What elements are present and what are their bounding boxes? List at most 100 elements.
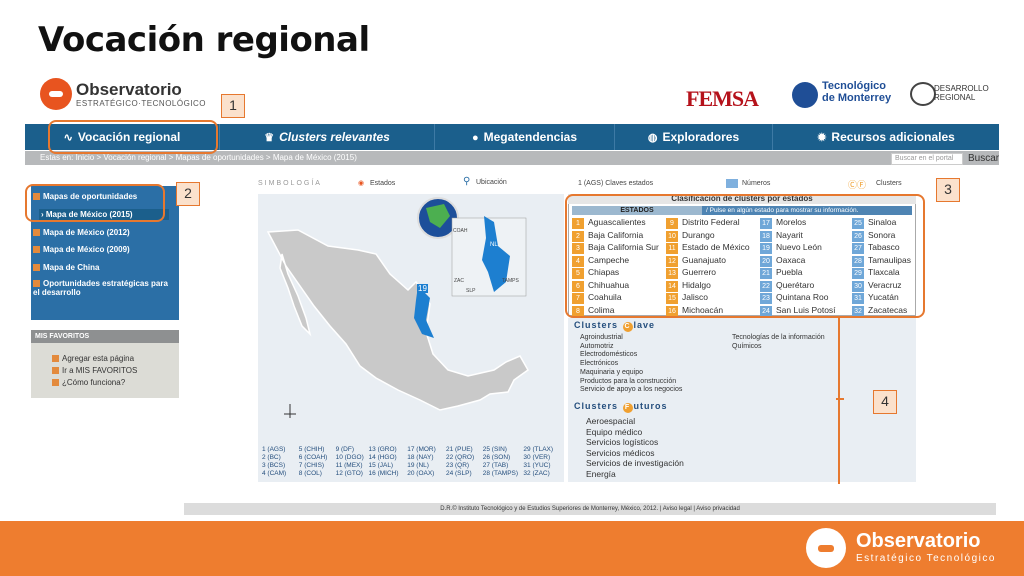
- state-codes-grid: 1 (AGS) 5 (CHIH) 9 (DF) 13 (GRO) 17 (MOR) 21 …: [262, 446, 562, 478]
- location-pin-icon: ⚲: [463, 176, 471, 187]
- site-footer[interactable]: D.R.© Instituto Tecnológico y de Estudio…: [184, 503, 996, 515]
- futuro-item[interactable]: Servicios de investigación: [586, 458, 684, 468]
- sidebar-item-china[interactable]: Mapa de China: [33, 263, 99, 272]
- code: 15 (JAL): [368, 462, 394, 469]
- clave-item[interactable]: Electrodomésticos: [580, 351, 637, 358]
- tec-monterrey-logo[interactable]: Tecnológico de Monterrey: [792, 80, 892, 110]
- nav-label: Clusters relevantes: [279, 130, 390, 144]
- code: 10 (DGO): [335, 454, 364, 461]
- sidebar-item-mexico-2009[interactable]: Mapa de México (2009): [33, 245, 130, 254]
- codes-row: 3 (BCS) 7 (CHIS) 11 (MEX) 15 (JAL) 19 (NL) 23…: [262, 462, 562, 470]
- map-label-zac: ZAC: [454, 278, 464, 284]
- map-label-slp: SLP: [466, 288, 476, 294]
- nav-label: Recursos adicionales: [831, 130, 955, 144]
- legend-claves[interactable]: 1 (AGS) Claves estados: [578, 180, 653, 187]
- estados-dot-icon: ◉: [358, 180, 365, 187]
- nav-label: Megatendencias: [483, 130, 578, 144]
- callout-number-4: 4: [873, 390, 897, 414]
- code: 30 (VER): [523, 454, 551, 461]
- nav-megatendencias[interactable]: ● Megatendencias: [435, 124, 615, 150]
- clave-item[interactable]: Maquinaria y equipo: [580, 369, 643, 376]
- futuro-item[interactable]: Servicios médicos: [586, 448, 655, 458]
- observatorio-logo[interactable]: Observatorio ESTRATÉGICO·TECNOLÓGICO: [40, 78, 206, 114]
- code: 29 (TLAX): [523, 446, 554, 453]
- clave-item[interactable]: Servicio de apoyo a los negocios: [580, 386, 682, 393]
- code: 19 (NL): [407, 462, 429, 469]
- code: 31 (YUC): [523, 462, 551, 469]
- legend-numeros[interactable]: Números: [742, 180, 770, 187]
- callout-number-1: 1: [221, 94, 245, 118]
- plus-icon: [52, 379, 59, 386]
- clave-item[interactable]: Automotriz: [580, 343, 613, 350]
- f-badge-icon: F: [622, 403, 633, 413]
- bullet-icon: [33, 264, 40, 271]
- sidebar-label: Mapa de México (2012): [43, 228, 130, 237]
- clave-item[interactable]: Tecnologías de la información: [732, 334, 825, 341]
- code: 2 (BC): [262, 454, 281, 461]
- slide-title: Vocación regional: [38, 20, 370, 60]
- breadcrumb[interactable]: Estas en: Inicio > Vocación regional > M…: [40, 153, 357, 162]
- observatorio-logo-icon: [40, 78, 72, 110]
- nav-recursos-adicionales[interactable]: ✹ Recursos adicionales: [773, 124, 999, 150]
- code: 13 (GRO): [368, 446, 397, 453]
- legend-estados[interactable]: Estados: [370, 180, 395, 187]
- callout-box-3: [565, 194, 925, 318]
- search-button[interactable]: Buscar: [968, 153, 999, 164]
- tec-globe-icon: [792, 82, 818, 108]
- nav-label: Exploradores: [662, 130, 740, 144]
- clave-item[interactable]: Agroindustrial: [580, 334, 623, 341]
- bullet-icon: [33, 229, 40, 236]
- desarrollo-regional-text: DESARROLLO REGIONAL: [934, 84, 989, 102]
- map-highlight-number[interactable]: 19: [417, 284, 428, 293]
- favorite-how-it-works[interactable]: ¿Cómo funciona?: [52, 378, 125, 387]
- callout-number-3: 3: [936, 178, 960, 202]
- sidebar-item-mexico-2012[interactable]: Mapa de México (2012): [33, 228, 130, 237]
- legend-ubicacion[interactable]: Ubicación: [476, 179, 507, 186]
- c-badge-icon: C: [622, 322, 633, 332]
- mexico-map[interactable]: [258, 194, 564, 482]
- desarrollo-regional-logo[interactable]: DESARROLLO REGIONAL: [910, 80, 990, 110]
- numeros-swatch-icon: [726, 179, 738, 188]
- clave-item[interactable]: Electrónicos: [580, 360, 618, 367]
- nav-clusters-relevantes[interactable]: ♛ Clusters relevantes: [220, 124, 435, 150]
- favorite-label: Ir a MIS FAVORITOS: [62, 366, 138, 375]
- favorite-add-page[interactable]: Agregar esta página: [52, 354, 134, 363]
- futuro-item[interactable]: Energía: [586, 469, 616, 479]
- futuro-item[interactable]: Equipo médico: [586, 427, 642, 437]
- favorite-go-to[interactable]: Ir a MIS FAVORITOS: [52, 366, 137, 375]
- tec-logo-text: Tecnológico de Monterrey: [822, 80, 892, 104]
- clusters-clave-title: Clusters Clave: [574, 320, 655, 332]
- code: 21 (PUE): [445, 446, 473, 453]
- footer-brand-subtitle: Estratégico Tecnológico: [856, 553, 996, 564]
- code: 20 (OAX): [407, 470, 435, 477]
- codes-row: 4 (CAM) 8 (COL) 12 (GTO) 16 (MICH) 20 (OAX) 2…: [262, 470, 562, 478]
- compass-icon: [284, 404, 296, 418]
- sidebar-item-oportunidades-estrategicas[interactable]: Oportunidades estratégicas para el desar…: [33, 279, 175, 297]
- code: 5 (CHIH): [298, 446, 325, 453]
- clave-item[interactable]: Químicos: [732, 343, 762, 350]
- sidebar-label: Oportunidades estratégicas para el desar…: [33, 279, 168, 297]
- clusters-futuros-title: Clusters Futuros: [574, 401, 668, 413]
- code: 27 (TAB): [482, 462, 509, 469]
- nav-exploradores[interactable]: ◍ Exploradores: [615, 124, 773, 150]
- plus-icon: [52, 355, 59, 362]
- code: 3 (BCS): [262, 462, 286, 469]
- femsa-logo[interactable]: FEMSA: [686, 86, 759, 112]
- map-panel: NL COAH TAMPS ZAC SLP 19: [258, 194, 564, 482]
- search-input[interactable]: Buscar en el portal: [891, 153, 963, 165]
- codes-row: 1 (AGS) 5 (CHIH) 9 (DF) 13 (GRO) 17 (MOR) 21 …: [262, 446, 562, 454]
- desarrollo-regional-icon: [910, 82, 936, 106]
- code: 11 (MEX): [335, 462, 363, 469]
- code: 8 (COL): [298, 470, 322, 477]
- futuro-item[interactable]: Servicios logísticos: [586, 437, 658, 447]
- simbologia-label: SIMBOLOGÍA: [258, 180, 322, 187]
- code: 23 (QR): [445, 462, 470, 469]
- futuro-item[interactable]: Aeroespacial: [586, 416, 635, 426]
- sidebar-label: Mapa de México (2009): [43, 245, 130, 254]
- clave-item[interactable]: Productos para la construcción: [580, 378, 676, 385]
- code: 4 (CAM): [262, 470, 287, 477]
- logo-subtitle: ESTRATÉGICO·TECNOLÓGICO: [76, 99, 207, 108]
- code: 24 (SLP): [445, 470, 472, 477]
- cf-swatch-icon: ⒸⒻ: [848, 180, 867, 190]
- legend-clusters[interactable]: Clusters: [876, 180, 902, 187]
